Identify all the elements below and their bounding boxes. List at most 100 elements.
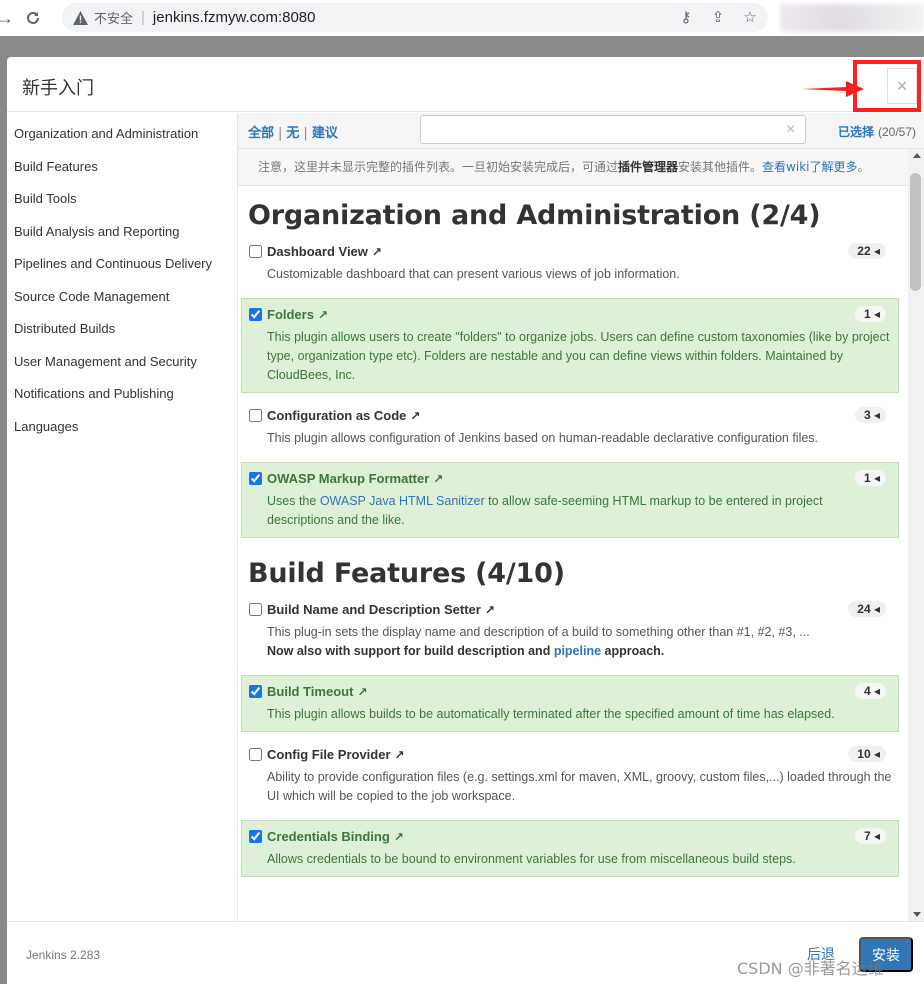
reload-icon[interactable]: [20, 5, 46, 31]
plugin-name[interactable]: Dashboard View ↗: [249, 244, 892, 259]
plugin-search-input[interactable]: [420, 115, 806, 144]
plugin-checkbox[interactable]: [249, 748, 262, 761]
plugin-checkbox[interactable]: [249, 308, 262, 321]
plugin-description: This plugin allows users to create "fold…: [267, 330, 890, 382]
plugin-name[interactable]: Credentials Binding ↗: [249, 829, 892, 844]
external-link-icon[interactable]: ↗: [318, 308, 328, 322]
plugin-name[interactable]: Config File Provider ↗: [249, 747, 892, 762]
star-icon[interactable]: ☆: [740, 8, 760, 26]
plugin-name[interactable]: OWASP Markup Formatter ↗: [249, 471, 892, 486]
sidebar-item-notifications[interactable]: Notifications and Publishing: [7, 381, 237, 414]
pipeline-link[interactable]: pipeline: [554, 644, 601, 658]
external-link-icon[interactable]: ↗: [433, 472, 443, 486]
plugin-checkbox[interactable]: [249, 245, 262, 258]
sidebar-item-build-tools[interactable]: Build Tools: [7, 186, 237, 219]
external-link-icon[interactable]: ↗: [372, 245, 382, 259]
browser-toolbar: → 不安全 | jenkins.fzmyw.com:8080 ⚷ ⇪ ☆: [0, 0, 924, 36]
modal-header: 新手入门 ×: [7, 57, 924, 112]
link-separator: |: [303, 126, 308, 141]
dependency-count: 10: [857, 747, 871, 761]
sidebar-item-scm[interactable]: Source Code Management: [7, 284, 237, 317]
clear-search-icon[interactable]: ×: [786, 121, 795, 139]
external-link-icon[interactable]: ↗: [395, 748, 405, 762]
link-separator: |: [278, 126, 283, 141]
dependency-badge[interactable]: 24 ◂: [848, 601, 886, 617]
plugin-name[interactable]: Folders ↗: [249, 307, 892, 322]
dependency-badge[interactable]: 3 ◂: [854, 407, 886, 423]
plugin-checkbox[interactable]: [249, 830, 262, 843]
key-icon[interactable]: ⚷: [676, 8, 696, 26]
plugin-item[interactable]: Folders ↗ 1 ◂ This plugin allows users to…: [241, 298, 899, 393]
selected-link[interactable]: 已选择: [838, 125, 874, 139]
blurred-extensions: [780, 4, 924, 32]
plugin-title: Folders: [267, 307, 314, 322]
scroll-up-icon[interactable]: [913, 153, 921, 158]
plugin-checkbox[interactable]: [249, 603, 262, 616]
plugin-item[interactable]: Dashboard View ↗ 22 ◂ Customizable dashbo…: [241, 235, 899, 292]
dependency-badge[interactable]: 22 ◂: [848, 243, 886, 259]
sidebar-item-distributed-builds[interactable]: Distributed Builds: [7, 316, 237, 349]
scroll-thumb[interactable]: [910, 173, 921, 291]
notice-bold: 插件管理器: [618, 160, 679, 174]
sidebar-item-user-management[interactable]: User Management and Security: [7, 349, 237, 382]
back-arrow-icon[interactable]: →: [0, 5, 14, 31]
plugin-title: Build Timeout: [267, 684, 354, 699]
dependency-badge[interactable]: 1 ◂: [854, 470, 886, 486]
plugin-notice: 注意，这里并未显示完整的插件列表。一旦初始安装完成后，可通过插件管理器安装其他插…: [238, 149, 908, 186]
dependency-badge[interactable]: 1 ◂: [854, 306, 886, 322]
sanitizer-link[interactable]: OWASP Java HTML Sanitizer: [320, 494, 485, 508]
plugin-name[interactable]: Configuration as Code ↗: [249, 408, 892, 423]
plugin-description: Ability to provide configuration files (…: [267, 770, 892, 803]
sidebar-item-build-features[interactable]: Build Features: [7, 154, 237, 187]
address-bar[interactable]: 不安全 | jenkins.fzmyw.com:8080 ⚷ ⇪ ☆: [62, 3, 768, 32]
plugin-title: OWASP Markup Formatter: [267, 471, 430, 486]
plugin-list: 注意，这里并未显示完整的插件列表。一旦初始安装完成后，可通过插件管理器安装其他插…: [238, 149, 908, 921]
selection-links: 全部 | 无 | 建议: [248, 122, 338, 141]
insecure-label: 不安全: [94, 12, 134, 27]
warning-icon[interactable]: [72, 10, 88, 26]
sidebar-item-organization[interactable]: Organization and Administration: [7, 121, 237, 154]
notice-text-2: 安装其他插件。: [678, 160, 763, 174]
plugin-name[interactable]: Build Timeout ↗: [249, 684, 892, 699]
desc-bold: Now also with support for build descript…: [267, 644, 664, 658]
desc-text: Uses the: [267, 494, 320, 508]
plugin-item[interactable]: Build Timeout ↗ 4 ◂ This plugin allows bu…: [241, 675, 899, 732]
url-text[interactable]: jenkins.fzmyw.com:8080: [153, 9, 316, 26]
address-separator: |: [141, 9, 145, 26]
external-link-icon[interactable]: ↗: [357, 685, 367, 699]
external-link-icon[interactable]: ↗: [394, 830, 404, 844]
select-none-link[interactable]: 无: [286, 126, 299, 141]
plugin-item[interactable]: Credentials Binding ↗ 7 ◂ Allows credenti…: [241, 820, 899, 877]
plugin-item[interactable]: Config File Provider ↗ 10 ◂ Ability to pr…: [241, 738, 899, 814]
sidebar-item-build-analysis[interactable]: Build Analysis and Reporting: [7, 219, 237, 252]
dependency-badge[interactable]: 10 ◂: [848, 746, 886, 762]
plugin-checkbox[interactable]: [249, 685, 262, 698]
desc-text: This plug-in sets the display name and d…: [267, 625, 810, 639]
dependency-badge[interactable]: 7 ◂: [854, 828, 886, 844]
plugin-list-scrollbar[interactable]: [908, 149, 924, 921]
plugin-item[interactable]: Build Name and Description Setter ↗ 24 ◂ …: [241, 593, 899, 669]
dependency-count: 1: [863, 307, 871, 321]
select-suggested-link[interactable]: 建议: [312, 126, 338, 141]
plugin-item[interactable]: OWASP Markup Formatter ↗ 1 ◂ Uses the OWA…: [241, 462, 899, 538]
dependency-badge[interactable]: 4 ◂: [854, 683, 886, 699]
wiki-link[interactable]: 查看wiki了解更多: [762, 160, 857, 174]
scroll-down-icon[interactable]: [913, 912, 921, 917]
close-button[interactable]: ×: [887, 68, 917, 104]
plugin-item[interactable]: Configuration as Code ↗ 3 ◂ This plugin a…: [241, 399, 899, 456]
share-icon[interactable]: ⇪: [708, 8, 728, 26]
select-all-link[interactable]: 全部: [248, 126, 274, 141]
sidebar-item-languages[interactable]: Languages: [7, 414, 237, 447]
external-link-icon[interactable]: ↗: [485, 603, 495, 617]
desc-bold-text: approach.: [601, 644, 665, 658]
plugin-description: Customizable dashboard that can present …: [267, 267, 680, 281]
selected-count-value: (20/57): [877, 125, 916, 139]
dependency-count: 3: [863, 408, 871, 422]
dependency-count: 24: [857, 602, 871, 616]
plugin-description: Uses the OWASP Java HTML Sanitizer to al…: [249, 486, 892, 533]
plugin-checkbox[interactable]: [249, 472, 262, 485]
external-link-icon[interactable]: ↗: [410, 409, 420, 423]
plugin-name[interactable]: Build Name and Description Setter ↗: [249, 602, 892, 617]
sidebar-item-pipelines[interactable]: Pipelines and Continuous Delivery: [7, 251, 237, 284]
plugin-checkbox[interactable]: [249, 409, 262, 422]
